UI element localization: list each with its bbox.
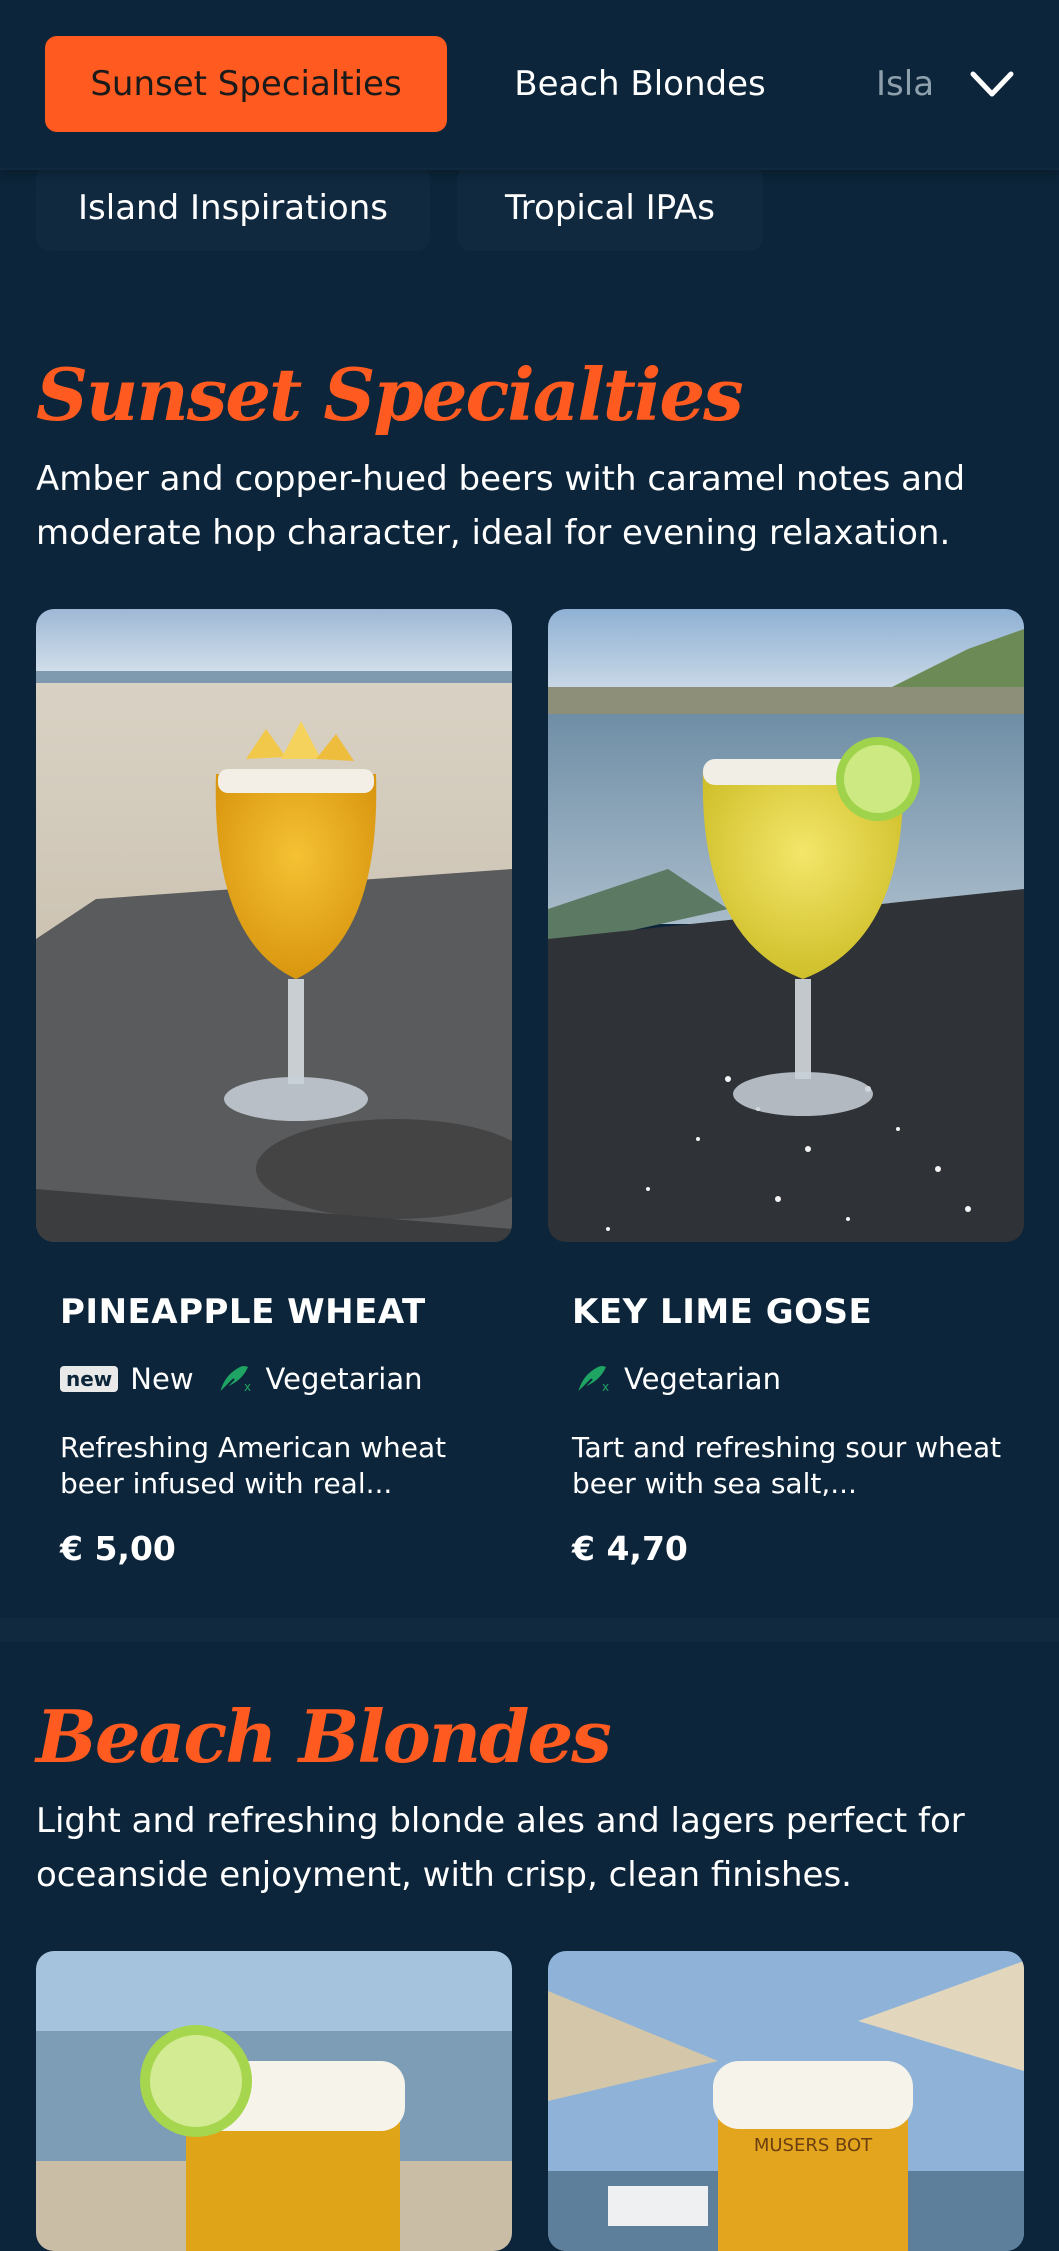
section-title-sunset-specialties: Sunset Specialties [36, 352, 744, 437]
item-price: € 4,70 [572, 1529, 688, 1568]
new-badge: new [60, 1366, 119, 1392]
tab-island-inspirations[interactable]: Island Inspirations [876, 36, 936, 132]
blonde-beer-lime-photo [36, 1951, 512, 2251]
blonde-beer-umbrella-photo: MUSERS BOT [548, 1951, 1024, 2251]
svg-text:x: x [602, 1380, 609, 1394]
menu-item-card[interactable]: MUSERS BOT [548, 1951, 1024, 2251]
item-price: € 5,00 [60, 1529, 176, 1568]
item-description: Tart and refreshing sour wheat beer with… [572, 1431, 1002, 1500]
section-description: Light and refreshing blonde ales and lag… [36, 1801, 965, 1895]
vegetarian-label: Vegetarian [624, 1362, 781, 1396]
chip-island-inspirations[interactable]: Island Inspirations [36, 165, 430, 251]
menu-item-card[interactable] [36, 1951, 512, 2251]
section-title-beach-blondes: Beach Blondes [36, 1694, 612, 1779]
category-tab-bar: Sunset Specialties Beach Blondes Island … [0, 0, 1059, 170]
chip-tropical-ipas[interactable]: Tropical IPAs [457, 165, 763, 251]
menu-item-card[interactable]: PINEAPPLE WHEAT new New x Vegetarian Ref… [36, 609, 512, 1589]
item-badges: x Vegetarian [572, 1361, 781, 1397]
vegetarian-label: Vegetarian [265, 1362, 423, 1396]
svg-text:x: x [244, 1380, 251, 1394]
new-label: New [130, 1362, 194, 1396]
key-lime-gose-photo [548, 609, 1024, 1242]
section-description: Amber and copper-hued beers with caramel… [36, 459, 966, 553]
item-badges: new New x Vegetarian [60, 1361, 423, 1397]
tab-sunset-specialties[interactable]: Sunset Specialties [45, 36, 447, 132]
pineapple-wheat-photo [36, 609, 512, 1242]
section-divider [0, 1618, 1059, 1642]
item-name: PINEAPPLE WHEAT [60, 1292, 426, 1332]
vegetarian-leaf-icon: x [218, 1366, 251, 1394]
item-description: Refreshing American wheat beer infused w… [60, 1431, 447, 1500]
tab-beach-blondes[interactable]: Beach Blondes [480, 36, 800, 132]
glass-brand-text: MUSERS BOT [754, 2135, 873, 2156]
chevron-down-icon[interactable] [969, 64, 1015, 104]
menu-item-card[interactable]: KEY LIME GOSE x Vegetarian Tart and refr… [548, 609, 1024, 1589]
item-name: KEY LIME GOSE [572, 1292, 873, 1332]
vegetarian-leaf-icon: x [577, 1366, 609, 1394]
